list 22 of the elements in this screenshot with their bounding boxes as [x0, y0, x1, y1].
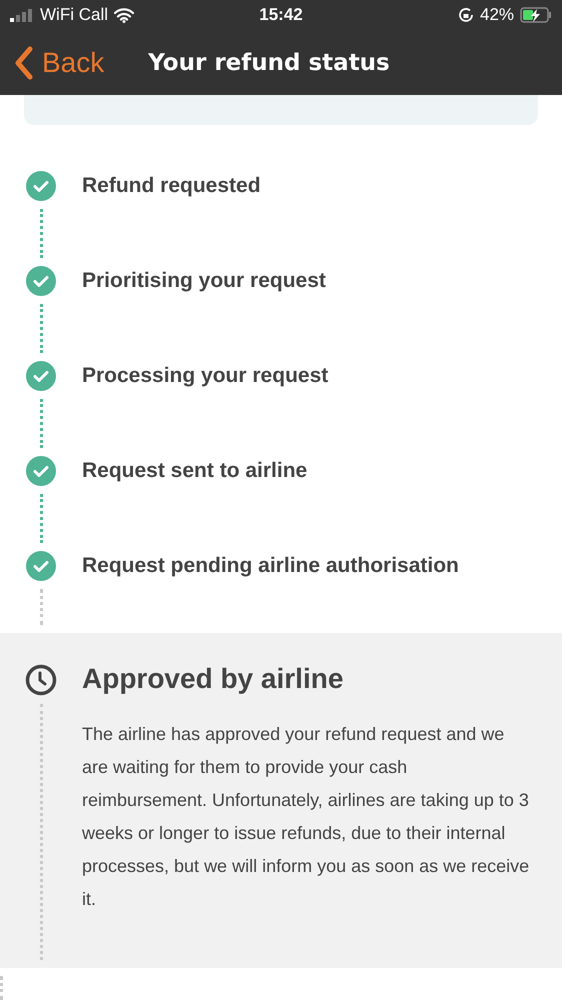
check-circle-icon: [26, 551, 56, 581]
step-label: Refund requested: [82, 173, 261, 199]
back-button[interactable]: Back: [14, 46, 104, 80]
step-label: Request sent to airline: [82, 458, 308, 484]
step-title: Approved by airline: [82, 664, 344, 694]
check-circle-icon: [26, 171, 56, 201]
clock-icon: [25, 664, 57, 696]
step-label: Request pending airline authorisation: [82, 553, 459, 579]
check-circle-icon: [26, 266, 56, 296]
step-label: Processing your request: [82, 363, 328, 389]
chevron-left-icon: [14, 46, 34, 80]
battery-percent: 42%: [480, 5, 514, 25]
wifi-icon: [114, 8, 134, 22]
signal-icon: [10, 8, 34, 22]
step-description: The airline has approved your refund request and we are waiting for them to provide your cash reimbursement. Unfortunately, airlines are taking up to 3 weeks or longer to issue refunds, due to their internal processes, but we will inform you as soon as we receive it.: [82, 723, 530, 911]
check-circle-icon: [26, 361, 56, 391]
carrier-label: WiFi Call: [40, 5, 108, 25]
clock-time: 15:42: [259, 5, 303, 25]
step-label: Prioritising your request: [82, 268, 326, 294]
rotation-lock-icon: [458, 7, 474, 23]
check-circle-icon: [26, 456, 56, 486]
page-title: Your refund status: [148, 50, 390, 76]
